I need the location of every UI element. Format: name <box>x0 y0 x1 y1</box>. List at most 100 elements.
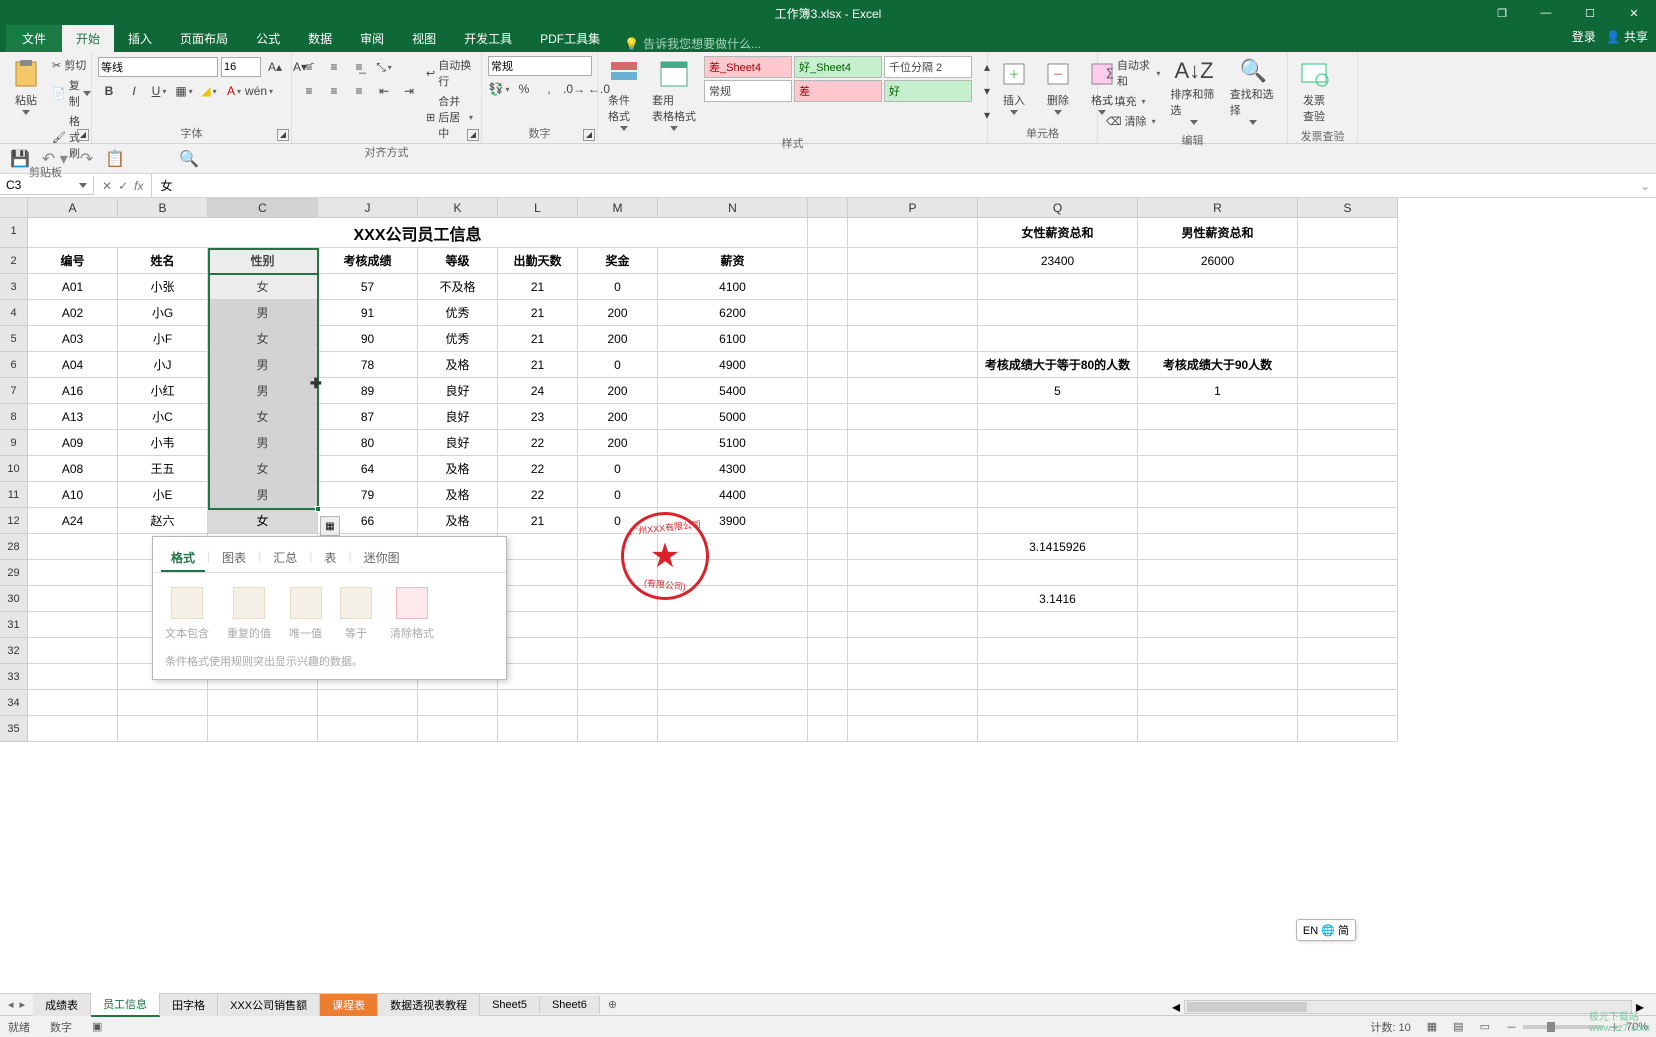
increase-font-button[interactable]: A▴ <box>264 56 286 78</box>
row-header-11[interactable]: 11 <box>0 482 28 508</box>
tab-review[interactable]: 审阅 <box>346 25 398 52</box>
style-good[interactable]: 好 <box>884 80 972 102</box>
column-header-S[interactable]: S <box>1298 198 1398 218</box>
align-center-button[interactable]: ≡ <box>323 80 345 102</box>
cell[interactable]: A10 <box>28 482 118 508</box>
cell[interactable] <box>1138 274 1298 300</box>
cell[interactable] <box>848 508 978 534</box>
cell[interactable]: 考核成绩大于等于80的人数 <box>978 352 1138 378</box>
delete-cells-button[interactable]: －删除 <box>1038 56 1078 117</box>
tab-formula[interactable]: 公式 <box>242 25 294 52</box>
cell[interactable]: 及格 <box>418 508 498 534</box>
cell[interactable] <box>808 508 848 534</box>
cell[interactable]: 小张 <box>118 274 208 300</box>
cell[interactable]: 4300 <box>658 456 808 482</box>
style-thousands[interactable]: 千位分隔 2 <box>884 56 972 78</box>
close-button[interactable]: ✕ <box>1612 0 1656 26</box>
cell[interactable] <box>1138 482 1298 508</box>
formula-input[interactable]: 女 <box>152 175 1633 196</box>
cell[interactable] <box>978 430 1138 456</box>
cell[interactable] <box>808 690 848 716</box>
qa-tab-chart[interactable]: 图表 <box>212 545 256 572</box>
cell[interactable]: 87 <box>318 404 418 430</box>
cell[interactable] <box>1298 716 1398 742</box>
wrap-text-button[interactable]: ↩ 自动换行 <box>424 56 475 90</box>
fill-button[interactable]: ↓ 填充 ▾ <box>1104 92 1162 110</box>
zoom-out-button[interactable]: － <box>1506 1019 1517 1035</box>
column-header-J[interactable]: J <box>318 198 418 218</box>
cell[interactable] <box>808 612 848 638</box>
tab-layout[interactable]: 页面布局 <box>166 25 242 52</box>
cell[interactable] <box>498 612 578 638</box>
cell[interactable]: 4100 <box>658 274 808 300</box>
cell[interactable] <box>578 638 658 664</box>
cell[interactable] <box>848 456 978 482</box>
cell[interactable] <box>1138 690 1298 716</box>
border-button[interactable]: ▦▾ <box>173 80 195 102</box>
cell[interactable] <box>1298 508 1398 534</box>
number-launcher[interactable]: ◢ <box>583 129 595 141</box>
cell[interactable]: 良好 <box>418 378 498 404</box>
cell[interactable] <box>1138 612 1298 638</box>
cell[interactable] <box>808 586 848 612</box>
cell[interactable] <box>808 378 848 404</box>
qa-equal-to[interactable]: 等于 <box>340 587 372 641</box>
cell[interactable] <box>498 586 578 612</box>
cell[interactable] <box>978 300 1138 326</box>
cell[interactable]: A16 <box>28 378 118 404</box>
cell[interactable]: 5 <box>978 378 1138 404</box>
style-bad[interactable]: 差 <box>794 80 882 102</box>
cell[interactable]: 男 <box>208 352 318 378</box>
cell[interactable] <box>978 274 1138 300</box>
cell[interactable]: 0 <box>578 482 658 508</box>
cell[interactable]: 79 <box>318 482 418 508</box>
cell[interactable]: 200 <box>578 378 658 404</box>
cell[interactable] <box>978 404 1138 430</box>
cut-button[interactable]: ✂ 剪切 <box>50 56 93 74</box>
cell[interactable] <box>1298 300 1398 326</box>
cell[interactable]: 1 <box>1138 378 1298 404</box>
cell[interactable]: 21 <box>498 274 578 300</box>
fx-icon[interactable]: fx <box>134 179 143 193</box>
style-normal[interactable]: 常规 <box>704 80 792 102</box>
cell[interactable] <box>848 690 978 716</box>
cell[interactable]: 女 <box>208 456 318 482</box>
qa-tab-totals[interactable]: 汇总 <box>263 545 307 572</box>
qa-tab-table[interactable]: 表 <box>314 545 346 572</box>
cell[interactable] <box>1298 352 1398 378</box>
cell[interactable]: 200 <box>578 300 658 326</box>
cell[interactable] <box>418 716 498 742</box>
phonetic-button[interactable]: wén▾ <box>248 80 270 102</box>
ribbon-options-button[interactable]: ❐ <box>1480 0 1524 26</box>
row-header-29[interactable]: 29 <box>0 560 28 586</box>
cell[interactable] <box>1298 456 1398 482</box>
view-pagelayout-icon[interactable]: ▤ <box>1453 1020 1463 1033</box>
cell[interactable]: 姓名 <box>118 248 208 274</box>
print-preview-icon[interactable]: 🔍 <box>179 149 199 169</box>
cell[interactable] <box>808 404 848 430</box>
cell[interactable] <box>808 560 848 586</box>
cell[interactable]: A01 <box>28 274 118 300</box>
cell[interactable]: 女性薪资总和 <box>978 218 1138 248</box>
cell[interactable]: 200 <box>578 326 658 352</box>
fill-color-button[interactable]: ◢▾ <box>198 80 220 102</box>
cell[interactable]: 0 <box>578 456 658 482</box>
cell[interactable]: 男性薪资总和 <box>1138 218 1298 248</box>
column-header-blank[interactable] <box>808 198 848 218</box>
cell[interactable] <box>28 560 118 586</box>
view-normal-icon[interactable]: ▦ <box>1427 1020 1437 1033</box>
orientation-button[interactable]: ⤡▾ <box>373 56 395 78</box>
sheet-tab-4[interactable]: 课程表 <box>320 994 378 1016</box>
find-select-button[interactable]: 🔍查找和选择 <box>1226 56 1281 127</box>
cell[interactable]: 考核成绩大于90人数 <box>1138 352 1298 378</box>
cell[interactable] <box>848 248 978 274</box>
cell[interactable] <box>418 690 498 716</box>
align-bottom-button[interactable]: ≡̲ <box>348 56 370 78</box>
tab-home[interactable]: 开始 <box>62 25 114 52</box>
cell[interactable] <box>1298 638 1398 664</box>
sheet-tab-5[interactable]: 数据透视表教程 <box>378 994 480 1016</box>
style-bad-sheet4[interactable]: 差_Sheet4 <box>704 56 792 78</box>
column-header-L[interactable]: L <box>498 198 578 218</box>
cell[interactable] <box>1138 716 1298 742</box>
cell[interactable]: 女 <box>208 326 318 352</box>
